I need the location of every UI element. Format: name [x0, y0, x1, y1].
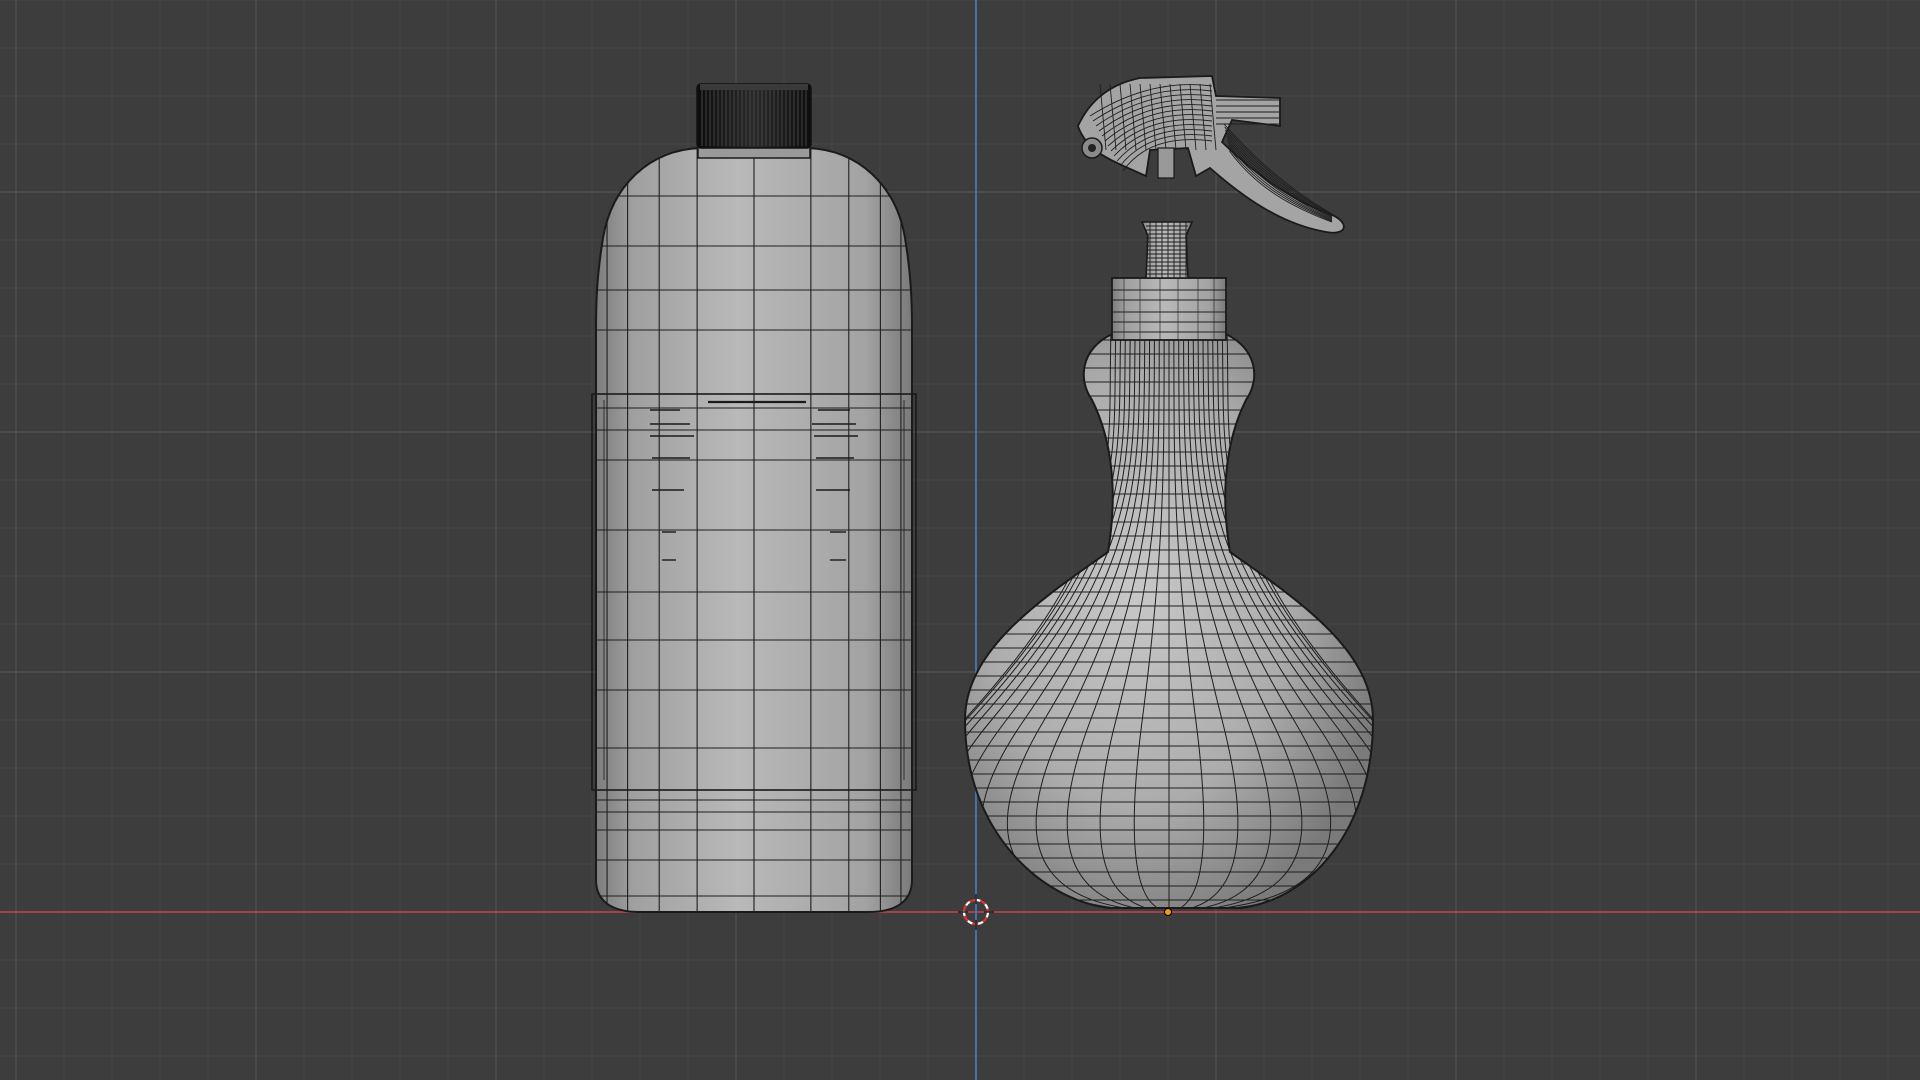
- bottle-mesh-icon[interactable]: [580, 83, 930, 915]
- 3d-viewport[interactable]: [0, 0, 1920, 1080]
- viewport-grid: [0, 0, 1920, 1080]
- object-origin-icon[interactable]: [1164, 908, 1172, 916]
- spray-bottle-mesh-icon[interactable]: [909, 75, 1430, 912]
